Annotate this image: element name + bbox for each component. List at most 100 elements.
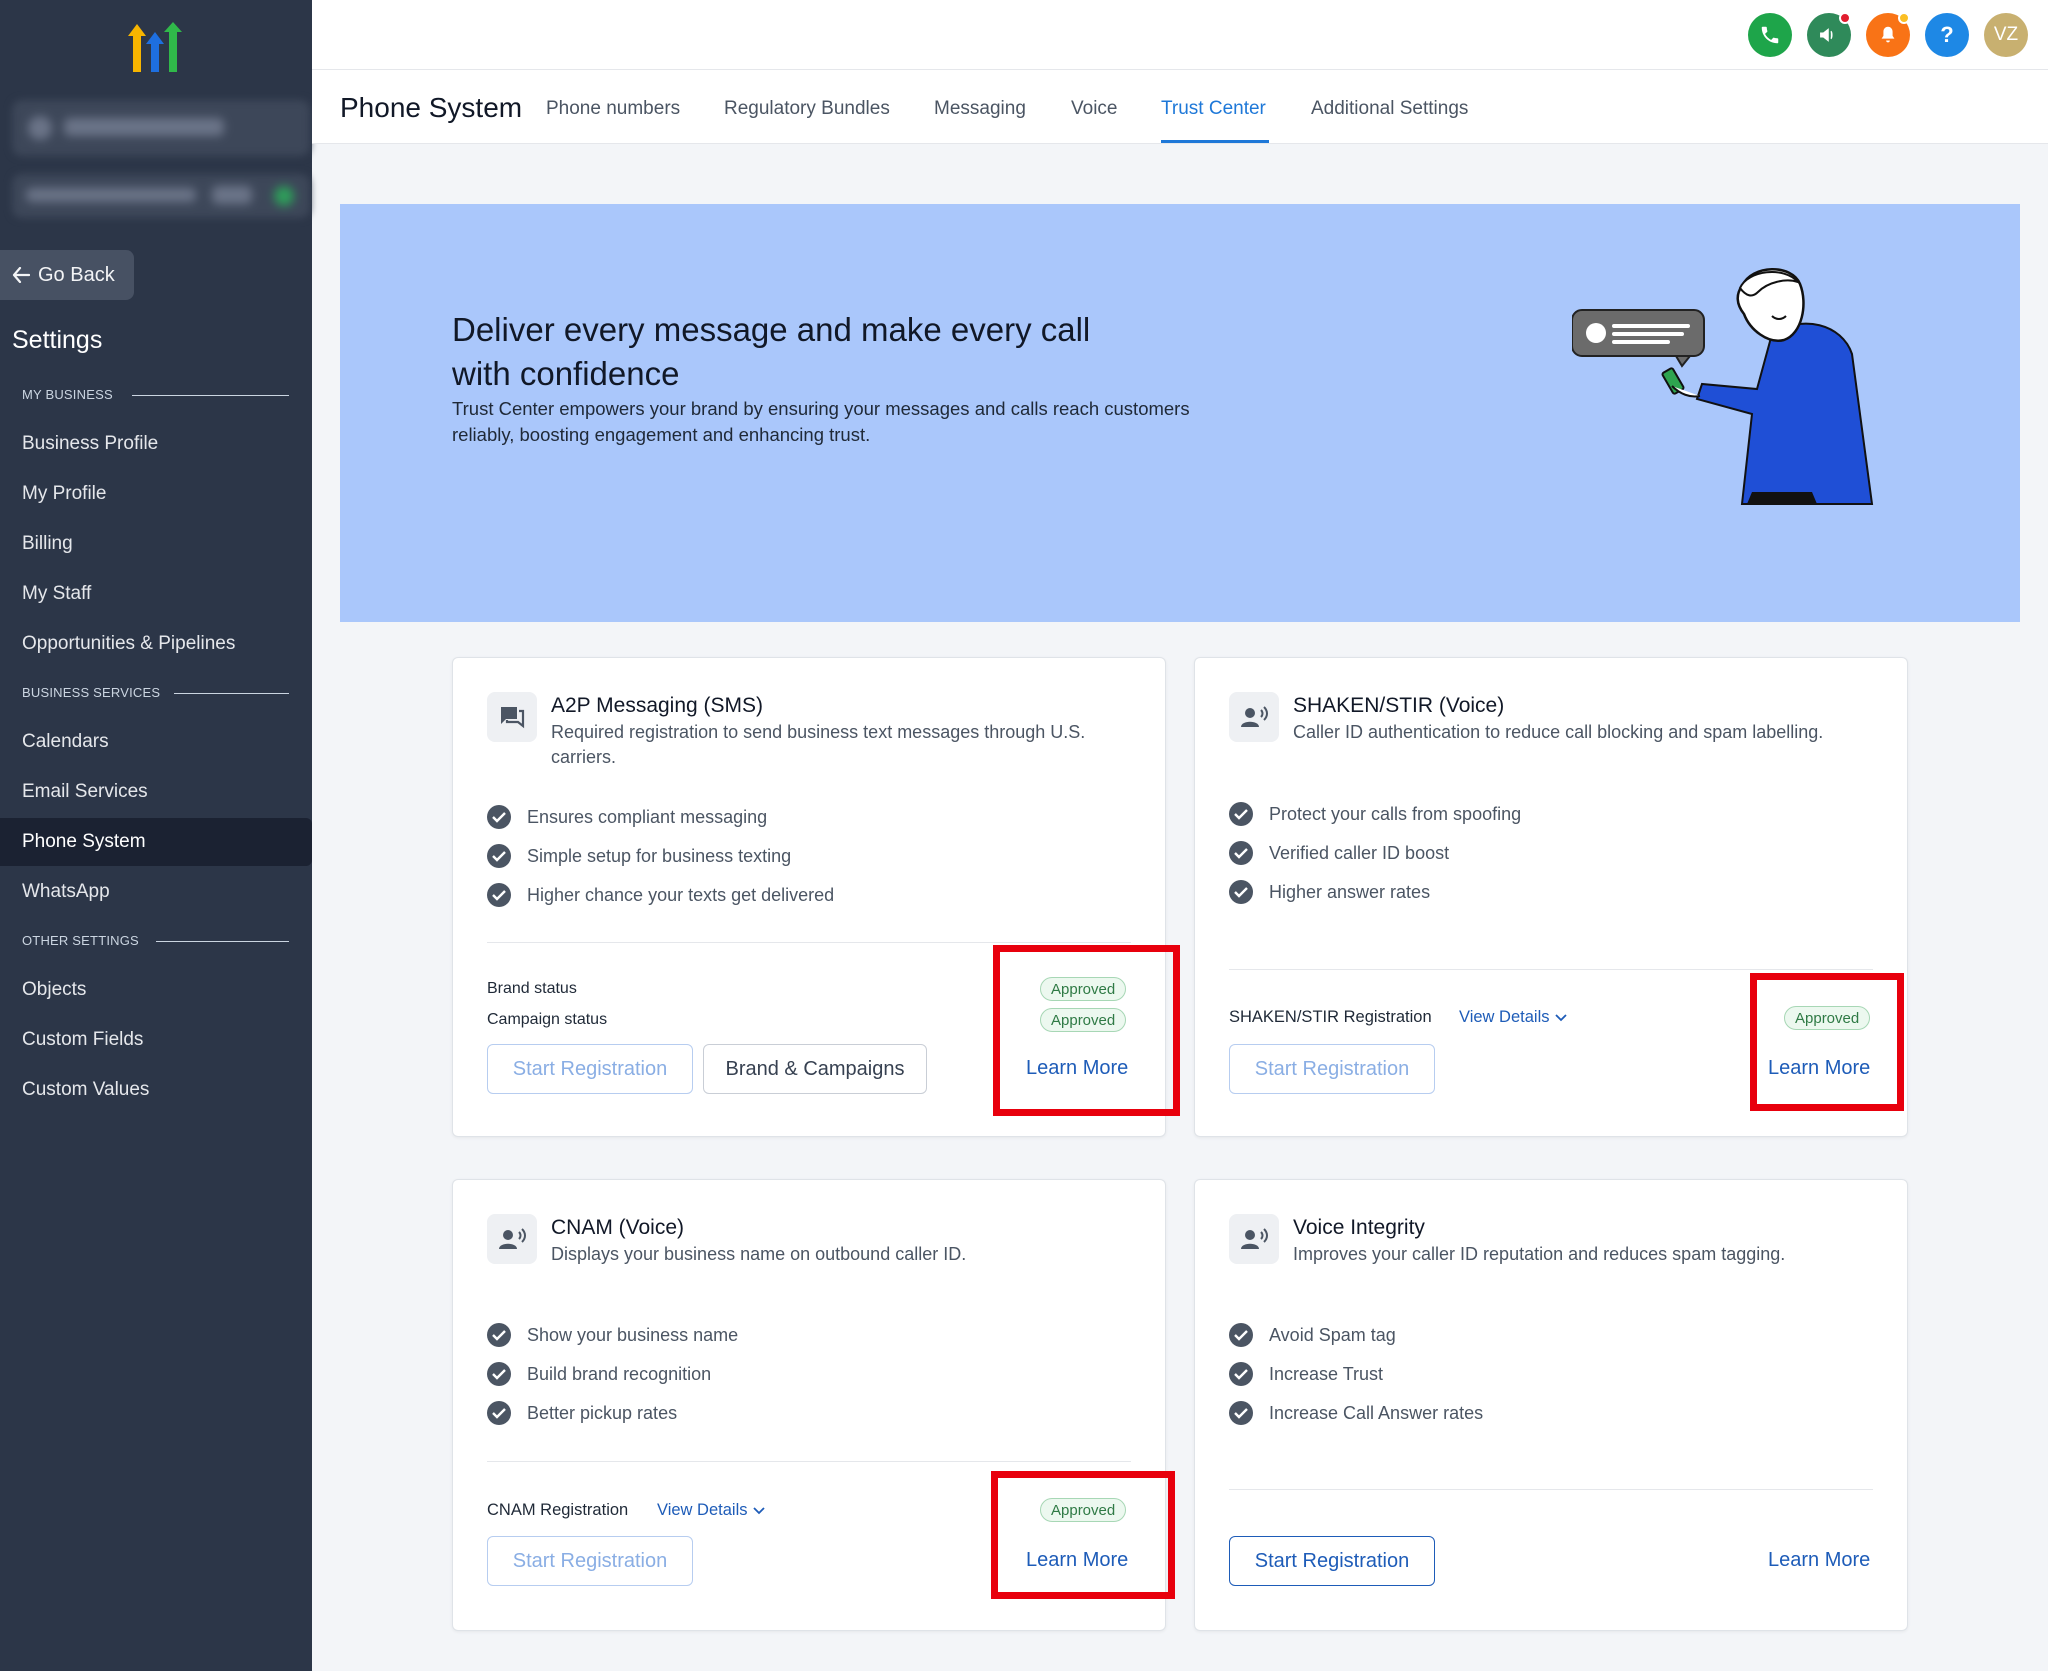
feature-item: Higher chance your texts get delivered — [487, 883, 834, 907]
card-description: Required registration to send business t… — [551, 722, 1086, 767]
feature-item: Increase Call Answer rates — [1229, 1401, 1483, 1425]
bell-icon[interactable] — [1866, 12, 1910, 57]
tab-phone-numbers[interactable]: Phone numbers — [546, 98, 680, 120]
feature-item: Increase Trust — [1229, 1362, 1383, 1386]
sidebar-item-custom-values[interactable]: Custom Values — [0, 1066, 312, 1114]
check-circle-icon — [487, 844, 511, 868]
card-description: Displays your business name on outbound … — [551, 1244, 967, 1264]
tab-regulatory-bundles[interactable]: Regulatory Bundles — [724, 98, 890, 120]
location-switcher-blurred[interactable] — [12, 174, 310, 218]
section-divider — [156, 941, 289, 942]
highlight-box — [1750, 973, 1904, 1111]
start-registration-button[interactable]: Start Registration — [1229, 1044, 1435, 1094]
sidebar-item-my-profile[interactable]: My Profile — [0, 470, 312, 518]
chevron-down-icon — [753, 1506, 766, 1514]
page-title: Phone System — [340, 92, 523, 123]
view-details-link[interactable]: View Details — [657, 1501, 766, 1520]
feature-item: Verified caller ID boost — [1229, 841, 1449, 865]
card-title: A2P Messaging (SMS) — [551, 694, 764, 717]
card-description: Caller ID authentication to reduce call … — [1293, 722, 1824, 742]
campaign-status-label: Campaign status — [487, 1011, 608, 1028]
check-circle-icon — [1229, 802, 1253, 826]
start-registration-button[interactable]: Start Registration — [1229, 1536, 1435, 1586]
voice-integrity-card: Voice Integrity Improves your caller ID … — [1194, 1179, 1908, 1631]
card-divider — [1229, 969, 1873, 970]
highlight-box — [991, 1471, 1175, 1599]
voice-user-icon — [487, 1214, 537, 1264]
feature-item: Protect your calls from spoofing — [1229, 802, 1521, 826]
feature-item: Avoid Spam tag — [1229, 1323, 1396, 1347]
section-label-business-services: BUSINESS SERVICES — [22, 685, 289, 700]
card-divider — [1229, 1489, 1873, 1490]
sidebar-item-billing[interactable]: Billing — [0, 520, 312, 568]
tab-messaging[interactable]: Messaging — [934, 98, 1026, 120]
tab-additional-settings[interactable]: Additional Settings — [1311, 98, 1468, 120]
check-circle-icon — [487, 805, 511, 829]
check-circle-icon — [1229, 1362, 1253, 1386]
highlight-box — [993, 945, 1180, 1116]
card-title: Voice Integrity — [1293, 1216, 1425, 1239]
trust-center-banner: Deliver every message and make every cal… — [340, 204, 2020, 622]
sidebar-item-custom-fields[interactable]: Custom Fields — [0, 1016, 312, 1064]
check-circle-icon — [1229, 841, 1253, 865]
settings-title: Settings — [12, 326, 103, 354]
check-circle-icon — [1229, 880, 1253, 904]
start-registration-button[interactable]: Start Registration — [487, 1536, 693, 1586]
notification-dot — [1898, 12, 1910, 24]
sidebar-item-phone-system[interactable]: Phone System — [0, 818, 312, 866]
section-divider — [132, 395, 289, 396]
notification-dot — [1839, 12, 1851, 24]
voice-user-icon — [1229, 692, 1279, 742]
check-circle-icon — [1229, 1401, 1253, 1425]
person-texting-illustration — [1572, 268, 1874, 505]
sidebar: Go Back Settings MY BUSINESS Business Pr… — [0, 0, 312, 1671]
feature-item: Higher answer rates — [1229, 880, 1430, 904]
check-circle-icon — [487, 883, 511, 907]
brand-status-label: Brand status — [487, 980, 577, 997]
check-circle-icon — [1229, 1323, 1253, 1347]
sidebar-item-objects[interactable]: Objects — [0, 966, 312, 1014]
sidebar-item-my-staff[interactable]: My Staff — [0, 570, 312, 618]
feature-item: Better pickup rates — [487, 1401, 677, 1425]
section-label-my-business: MY BUSINESS — [22, 387, 289, 402]
check-circle-icon — [487, 1323, 511, 1347]
learn-more-link[interactable]: Learn More — [1768, 1549, 1870, 1572]
phone-icon[interactable] — [1748, 13, 1792, 57]
section-divider — [174, 693, 289, 694]
account-switcher-blurred[interactable] — [12, 100, 310, 156]
banner-description: Trust Center empowers your brand by ensu… — [452, 398, 1190, 445]
feature-item: Ensures compliant messaging — [487, 805, 767, 829]
active-tab-indicator — [1161, 140, 1269, 143]
feature-item: Build brand recognition — [487, 1362, 711, 1386]
chevron-down-icon — [1555, 1013, 1568, 1021]
app-logo[interactable] — [126, 22, 186, 78]
registration-label: CNAM Registration — [487, 1501, 629, 1519]
voice-user-icon — [1229, 1214, 1279, 1264]
phone-system-tabs: Phone System Phone numbers Regulatory Bu… — [312, 70, 2048, 144]
card-description: Improves your caller ID reputation and r… — [1293, 1244, 1786, 1264]
brand-campaigns-button[interactable]: Brand & Campaigns — [703, 1044, 927, 1094]
card-divider — [487, 1461, 1131, 1462]
sidebar-item-calendars[interactable]: Calendars — [0, 718, 312, 766]
sidebar-item-whatsapp[interactable]: WhatsApp — [0, 868, 312, 916]
feature-item: Simple setup for business texting — [487, 844, 791, 868]
tab-voice[interactable]: Voice — [1071, 98, 1117, 120]
chat-icon — [487, 692, 537, 742]
sidebar-item-opportunities-pipelines[interactable]: Opportunities & Pipelines — [0, 620, 312, 668]
tab-trust-center[interactable]: Trust Center — [1161, 98, 1266, 120]
check-circle-icon — [487, 1362, 511, 1386]
top-bar: ? VZ — [312, 0, 2048, 70]
registration-label: SHAKEN/STIR Registration — [1229, 1008, 1432, 1026]
avatar[interactable]: VZ — [1984, 13, 2028, 57]
card-divider — [487, 942, 1131, 943]
banner-title: Deliver every message and make every cal… — [452, 311, 1091, 392]
megaphone-icon[interactable] — [1807, 12, 1851, 57]
go-back-label: Go Back — [38, 263, 115, 286]
section-label-other-settings: OTHER SETTINGS — [22, 933, 289, 948]
start-registration-button[interactable]: Start Registration — [487, 1044, 693, 1094]
sidebar-item-email-services[interactable]: Email Services — [0, 768, 312, 816]
help-icon[interactable]: ? — [1925, 13, 1969, 57]
go-back-button[interactable]: Go Back — [0, 250, 134, 300]
view-details-link[interactable]: View Details — [1459, 1008, 1568, 1027]
sidebar-item-business-profile[interactable]: Business Profile — [0, 420, 312, 468]
